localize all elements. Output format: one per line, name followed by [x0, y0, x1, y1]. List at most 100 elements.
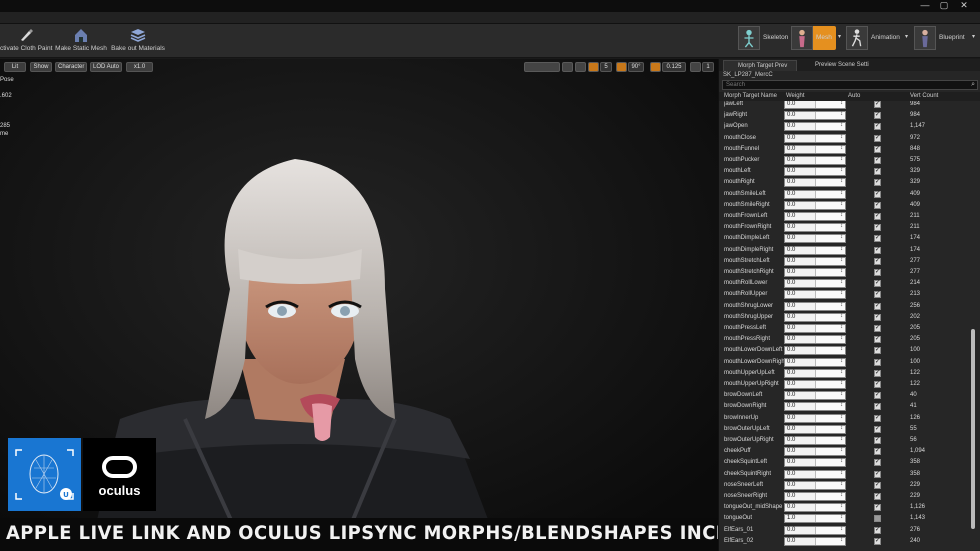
weight-slider[interactable] — [815, 101, 845, 108]
activate-cloth-paint-button[interactable]: ctivate Cloth Paint — [0, 26, 52, 56]
chevron-down-icon[interactable]: ▾ — [972, 33, 975, 40]
rotation-snap-icon[interactable] — [616, 62, 627, 72]
weight-slider[interactable] — [815, 134, 845, 142]
weight-slider[interactable] — [815, 481, 845, 489]
weight-input[interactable]: 0.0 — [784, 279, 846, 289]
show-button[interactable]: Show — [30, 62, 52, 72]
weight-slider[interactable] — [815, 358, 845, 366]
table-row[interactable]: mouthClose 0.0 ✓ 972 — [719, 133, 980, 144]
table-row[interactable]: mouthLowerDownLeft 0.0 ✓ 100 — [719, 345, 980, 356]
table-row[interactable]: browDownLeft 0.0 ✓ 40 — [719, 390, 980, 401]
weight-input[interactable]: 0.0 — [784, 447, 846, 457]
close-icon[interactable]: ✕ — [957, 0, 971, 11]
auto-checkbox[interactable]: ✓ — [874, 235, 881, 243]
weight-input[interactable]: 1.0 — [784, 514, 846, 524]
table-row[interactable]: browOuterUpLeft 0.0 ✓ 55 — [719, 424, 980, 435]
surface-snap-icon[interactable] — [575, 62, 586, 72]
weight-input[interactable]: 0.0 — [784, 178, 846, 188]
weight-input[interactable]: 0.0 — [784, 413, 846, 423]
auto-checkbox[interactable]: ✓ — [874, 280, 881, 288]
weight-slider[interactable] — [815, 223, 845, 232]
header-vert-count[interactable]: Vert Count — [910, 92, 938, 101]
weight-slider[interactable] — [815, 234, 845, 243]
auto-checkbox[interactable]: ✓ — [874, 526, 881, 534]
weight-slider[interactable] — [815, 470, 845, 478]
weight-input[interactable]: 0.0 — [784, 335, 846, 345]
maximize-icon[interactable]: ▢ — [937, 0, 951, 11]
table-row[interactable]: mouthSmileRight 0.0 ✓ 409 — [719, 200, 980, 211]
auto-checkbox[interactable]: ✓ — [874, 347, 881, 355]
weight-slider[interactable] — [815, 335, 845, 344]
weight-input[interactable]: 0.0 — [784, 312, 846, 322]
chevron-down-icon[interactable]: ▾ — [838, 33, 841, 40]
table-row[interactable]: mouthFrownLeft 0.0 ✓ 211 — [719, 211, 980, 222]
auto-checkbox[interactable]: ✓ — [874, 381, 881, 388]
weight-slider[interactable] — [815, 514, 845, 523]
auto-checkbox[interactable]: ✓ — [874, 313, 881, 321]
tab-preview-scene-settings[interactable]: Preview Scene Setti — [801, 60, 881, 71]
table-row[interactable]: mouthPressRight 0.0 ✓ 205 — [719, 334, 980, 345]
scale-snap-value[interactable]: 0.125 — [662, 62, 686, 72]
weight-input[interactable]: 0.0 — [784, 223, 846, 233]
auto-checkbox[interactable]: ✓ — [874, 201, 881, 209]
auto-checkbox[interactable]: ✓ — [874, 246, 881, 254]
auto-checkbox[interactable]: ✓ — [874, 168, 881, 176]
chevron-down-icon[interactable]: ▾ — [905, 33, 908, 40]
weight-slider[interactable] — [815, 369, 845, 377]
weight-slider[interactable] — [815, 257, 845, 265]
weight-slider[interactable] — [815, 313, 845, 321]
table-row[interactable]: mouthRollUpper 0.0 ✓ 213 — [719, 289, 980, 300]
header-weight[interactable]: Weight — [786, 92, 805, 101]
weight-slider[interactable] — [815, 246, 845, 254]
table-row[interactable]: mouthLowerDownRight0.0 ✓ 100 — [719, 357, 980, 368]
weight-input[interactable]: 0.0 — [784, 492, 846, 501]
table-row[interactable]: cheekSquintRight 0.0 ✓ 358 — [719, 469, 980, 480]
table-row[interactable]: tongueOut_midShape 0.0 ✓ 1,126 — [719, 502, 980, 513]
auto-checkbox[interactable]: ✓ — [874, 537, 881, 545]
auto-checkbox[interactable]: ✓ — [874, 257, 881, 265]
weight-slider[interactable] — [815, 178, 845, 187]
table-row[interactable]: ElfEars_01 0.0 ✓ 276 — [719, 525, 980, 536]
weight-input[interactable]: 0.0 — [784, 346, 846, 356]
weight-input[interactable]: 0.0 — [784, 458, 846, 468]
auto-checkbox[interactable]: ✓ — [874, 459, 881, 467]
weight-slider[interactable] — [815, 526, 845, 534]
table-row[interactable]: jawOpen 0.0 ✓ 1,147 — [719, 121, 980, 132]
table-row[interactable]: mouthShrugLower 0.0 ✓ 256 — [719, 301, 980, 312]
tab-morph-target-preview[interactable]: Morph Target Prev — [723, 60, 797, 71]
weight-slider[interactable] — [815, 190, 845, 198]
weight-slider[interactable] — [815, 414, 845, 422]
table-row[interactable]: mouthFrownRight 0.0 ✓ 211 — [719, 222, 980, 233]
table-row[interactable]: browInnerUp 0.0 ✓ 126 — [719, 413, 980, 424]
character-button[interactable]: Character — [55, 62, 87, 72]
bake-out-materials-button[interactable]: Bake out Materials — [110, 26, 166, 56]
auto-checkbox[interactable]: ✓ — [874, 224, 881, 232]
weight-input[interactable]: 0.0 — [784, 536, 846, 546]
table-row[interactable]: mouthPucker 0.0 ✓ 575 — [719, 155, 980, 166]
scrollbar-thumb[interactable] — [971, 329, 975, 529]
mesh-mode-button[interactable]: Mesh — [791, 26, 836, 50]
auto-checkbox[interactable]: ✓ — [874, 291, 881, 299]
auto-checkbox[interactable]: ✓ — [874, 134, 881, 142]
table-row[interactable]: mouthStretchRight 0.0 ✓ 277 — [719, 267, 980, 278]
weight-input[interactable]: 0.0 — [784, 391, 846, 401]
weight-slider[interactable] — [815, 425, 845, 433]
weight-slider[interactable] — [815, 346, 845, 355]
table-row[interactable]: noseSneerRight 0.0 ✓ 229 — [719, 491, 980, 502]
table-row[interactable]: mouthFunnel 0.0 ✓ 848 — [719, 144, 980, 155]
animation-mode-button[interactable]: Animation — [846, 26, 912, 50]
table-row[interactable]: mouthDimpleRight 0.0 ✓ 174 — [719, 245, 980, 256]
weight-input[interactable]: 0.0 — [784, 156, 846, 165]
grid-snap-value[interactable]: 5 — [600, 62, 612, 72]
auto-checkbox[interactable]: ✓ — [874, 425, 881, 433]
weight-input[interactable]: 0.0 — [784, 212, 846, 221]
weight-slider[interactable] — [815, 492, 845, 500]
header-auto[interactable]: Auto — [848, 92, 860, 101]
weight-input[interactable]: 0.0 — [784, 480, 846, 490]
table-row[interactable]: browDownRight 0.0 ✓ 41 — [719, 401, 980, 412]
table-row[interactable]: browOuterUpRight 0.0 ✓ 56 — [719, 435, 980, 446]
weight-input[interactable]: 0.0 — [784, 436, 846, 445]
table-row[interactable]: mouthLeft 0.0 ✓ 329 — [719, 166, 980, 177]
table-row[interactable]: jawLeft 0.0 ✓ 984 — [719, 101, 980, 110]
auto-checkbox[interactable]: ✓ — [874, 179, 881, 187]
